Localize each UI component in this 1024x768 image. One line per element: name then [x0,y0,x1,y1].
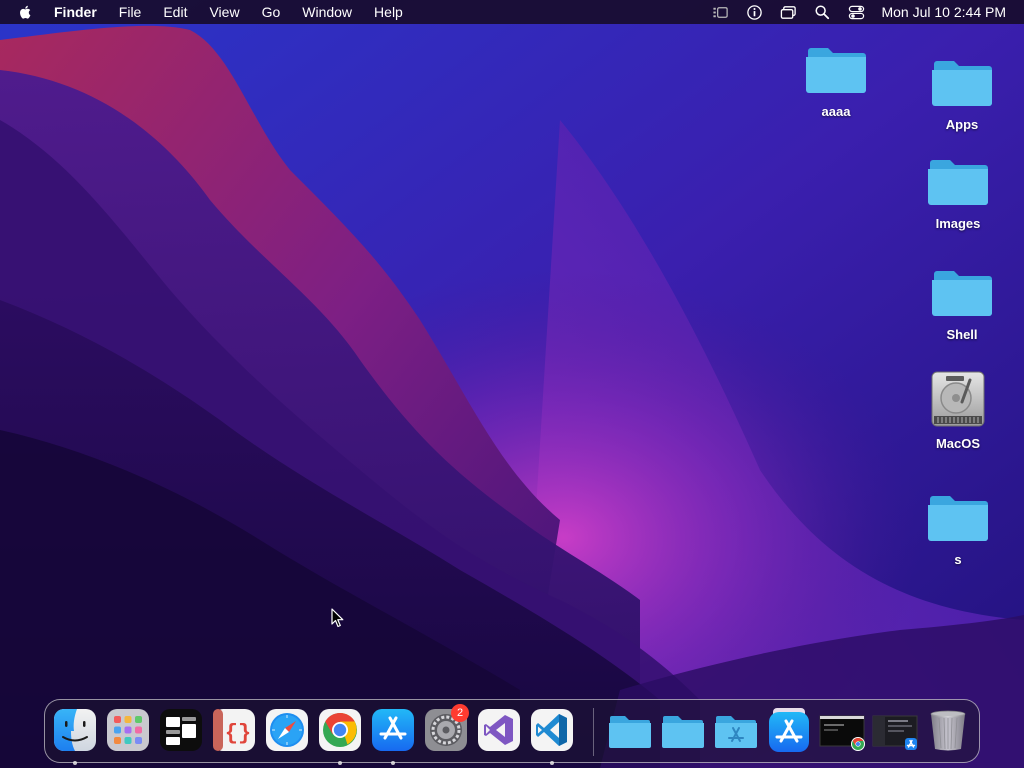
menu-help[interactable]: Help [374,0,403,24]
screen-mirroring-icon[interactable] [779,3,797,21]
stage-manager-icon[interactable] [711,3,729,21]
chrome-window-thumbnail-icon [819,715,865,751]
desktop-folder-shell[interactable]: Shell [912,259,1012,342]
code-editor-icon: {} [213,709,255,751]
search-icon[interactable] [813,3,831,21]
dock-trash[interactable] [924,706,972,754]
menu-bar: Finder File Edit View Go Window Help Mon… [0,0,1024,24]
info-icon[interactable] [745,3,763,21]
desktop-folder-images[interactable]: Images [908,148,1008,231]
dock-vscode[interactable] [528,706,576,765]
folder-stack-icon [609,716,651,748]
folder-icon [928,496,988,541]
running-indicator [73,761,77,765]
running-indicator [338,761,342,765]
dock-safari[interactable] [263,706,311,754]
dock-separator [593,708,594,756]
menu-window[interactable]: Window [302,0,352,24]
folder-icon [806,48,866,93]
menu-view[interactable]: View [209,0,239,24]
desktop-drive-macos[interactable]: MacOS [908,368,1008,451]
dock-launchpad[interactable] [104,706,152,754]
applications-folder-icon [715,716,757,748]
folder-stack-icon [662,716,704,748]
running-indicator [391,761,395,765]
vscode-icon [531,709,573,751]
dock-folder-stack[interactable] [606,706,654,754]
folder-icon [932,271,992,316]
desktop-icon-label: s [954,552,962,567]
svg-text:{}: {} [225,721,251,746]
app-window-thumbnail-icon [872,715,918,750]
dock-app-store-download[interactable] [765,706,813,754]
desktop-icon-label: MacOS [935,436,981,451]
dock-app-store[interactable] [369,706,417,765]
dock-code-editor[interactable]: {} [210,706,258,754]
dock-system-settings[interactable]: 2 [422,704,470,754]
desktop[interactable]: Finder File Edit View Go Window Help Mon… [0,0,1024,768]
apple-menu-icon[interactable] [18,3,34,21]
dock-folder-stack[interactable] [659,706,707,754]
dock-finder[interactable] [51,706,99,765]
menu-go[interactable]: Go [262,0,281,24]
menu-app-name[interactable]: Finder [54,0,97,24]
menu-file[interactable]: File [119,0,142,24]
desktop-folder-aaaa[interactable]: aaaa [786,36,886,119]
app-store-icon [372,709,414,751]
control-center-icon[interactable] [847,3,865,21]
folder-icon [928,160,988,205]
dock-chrome[interactable] [316,706,364,765]
menu-edit[interactable]: Edit [163,0,187,24]
dock-app-window[interactable] [871,706,919,754]
notification-badge: 2 [451,704,469,722]
safari-icon [266,709,308,751]
desktop-icon-label: Shell [946,327,978,342]
chrome-icon [319,709,361,751]
hard-drive-icon [931,371,985,427]
desktop-folder-apps[interactable]: Apps [912,49,1012,132]
running-indicator [550,761,554,765]
visual-studio-icon [478,709,520,751]
dock: {} 2 [44,699,980,765]
desktop-icon-label: Images [935,216,981,231]
menu-bar-clock[interactable]: Mon Jul 10 2:44 PM [881,4,1006,20]
finder-icon [54,709,96,751]
mouse-cursor-icon [331,608,344,628]
desktop-icon-label: aaaa [821,104,851,119]
desktop-icon-label: Apps [945,117,979,132]
folder-icon [932,61,992,106]
dock-chrome-window[interactable] [818,706,866,754]
trash-icon [930,710,966,751]
desktop-folder-s[interactable]: s [908,484,1008,567]
dock-window-manager[interactable] [157,706,205,754]
launchpad-icon [107,709,149,751]
window-manager-icon [160,709,202,751]
dock-visual-studio[interactable] [475,706,523,754]
dock-applications-folder[interactable] [712,706,760,754]
app-store-download-icon [769,708,809,752]
